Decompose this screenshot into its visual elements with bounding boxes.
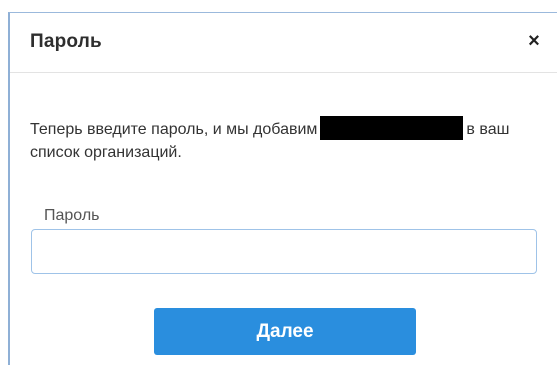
password-input[interactable] [31,229,537,274]
instruction-text-before: Теперь введите пароль, и мы добавим [30,121,318,138]
close-icon[interactable]: × [523,30,545,52]
password-label: Пароль [44,207,100,224]
instruction-text: Теперь введите пароль, и мы добавим в ваш… [30,116,530,164]
dialog-header: Пароль × [10,13,557,73]
dialog-title: Пароль [30,31,102,52]
password-dialog: Пароль × Теперь введите пароль, и мы доб… [8,12,557,365]
next-button[interactable]: Далее [154,308,416,355]
redacted-organization-name [320,116,464,140]
